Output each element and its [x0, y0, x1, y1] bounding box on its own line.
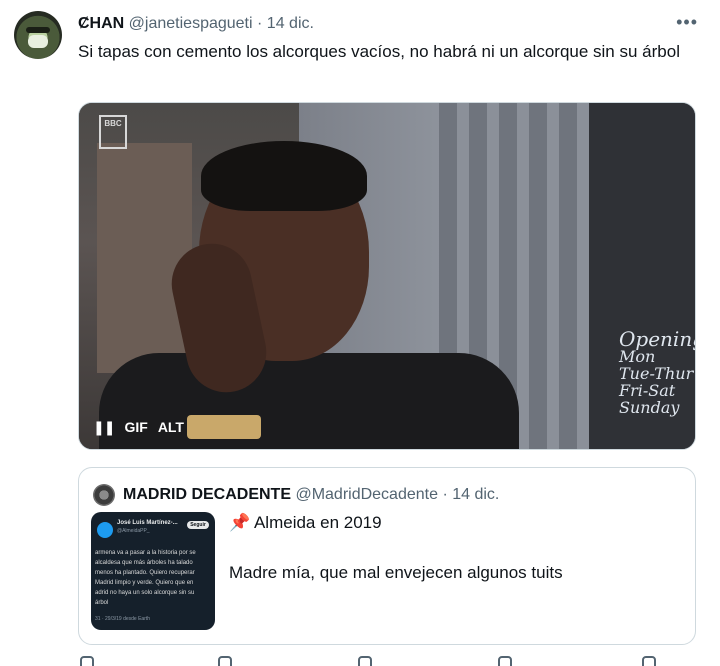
gif-controls: ❚❚ GIF ALT: [93, 415, 184, 439]
avatar-eyes: [26, 27, 50, 33]
like-icon[interactable]: [358, 656, 372, 666]
quote-author-name[interactable]: MADRID DECADENTE: [123, 486, 291, 503]
thumb-meta: 31 · 29/3/19 desde Earth: [95, 616, 151, 622]
quote-thumbnail[interactable]: José Luis Martínez-... @AlmeidaPP_ Segui…: [91, 512, 215, 630]
reply-icon[interactable]: [80, 656, 94, 666]
sign-line: Fri-Sat: [619, 381, 676, 400]
more-horizontal-icon[interactable]: •••: [676, 12, 698, 33]
thumb-name: José Luis Martínez-...: [117, 520, 178, 526]
retweet-icon[interactable]: [218, 656, 232, 666]
thumb-avatar: [97, 522, 113, 538]
bbc-watermark: BBC: [99, 115, 127, 149]
gold-watch: [187, 415, 261, 439]
tweet-text: Si tapas con cemento los alcorques vacío…: [78, 42, 680, 61]
quoted-tweet[interactable]: MADRID DECADENTE @MadridDecadente · 14 d…: [78, 467, 696, 645]
gif-media[interactable]: Opening Mon Tue-Thur Fri-Sat Sunday BBC …: [78, 102, 696, 450]
quote-header: MADRID DECADENTE @MadridDecadente · 14 d…: [123, 485, 499, 505]
opening-sign: Opening Mon Tue-Thur Fri-Sat Sunday: [619, 327, 695, 417]
quote-author-handle[interactable]: @MadridDecadente: [295, 486, 438, 503]
thumb-body: armena va a pasar a la historia por se a…: [95, 550, 196, 606]
avatar-mask: [28, 35, 48, 48]
views-icon[interactable]: [498, 656, 512, 666]
separator-dot: ·: [257, 15, 263, 32]
author-handle[interactable]: @janetiespagueti: [129, 15, 253, 32]
separator-dot: ·: [442, 486, 448, 503]
sign-line: Sunday: [619, 398, 680, 417]
author-name[interactable]: ȻHAN: [78, 15, 124, 32]
thumb-follow-button: Seguir: [187, 521, 209, 529]
background-building: [97, 143, 192, 373]
tweet-header: ȻHAN @janetiespagueti · 14 dic.: [78, 14, 314, 34]
quote-line1-text: Almeida en 2019: [253, 513, 382, 532]
sign-line: Opening: [619, 327, 695, 351]
gif-badge: GIF: [124, 419, 148, 435]
tweet: ȻHAN @janetiespagueti · 14 dic. ••• Si t…: [0, 0, 720, 666]
share-icon[interactable]: [642, 656, 656, 666]
tweet-date[interactable]: 14 dic.: [267, 15, 314, 32]
quote-text-line2: Madre mía, que mal envejecen algunos tui…: [229, 563, 563, 582]
thumb-handle: @AlmeidaPP_: [117, 528, 150, 534]
quote-avatar[interactable]: [93, 484, 115, 506]
pushpin-icon: 📌: [229, 513, 251, 532]
quote-text-line1: 📌 Almeida en 2019: [229, 512, 382, 534]
sign-line: Tue-Thur: [619, 364, 694, 383]
action-bar: [78, 656, 696, 666]
avatar[interactable]: [14, 11, 62, 59]
quote-date[interactable]: 14 dic.: [452, 486, 499, 503]
person-hair: [201, 141, 367, 211]
pause-icon[interactable]: ❚❚: [93, 419, 115, 436]
alt-badge[interactable]: ALT: [158, 419, 184, 435]
